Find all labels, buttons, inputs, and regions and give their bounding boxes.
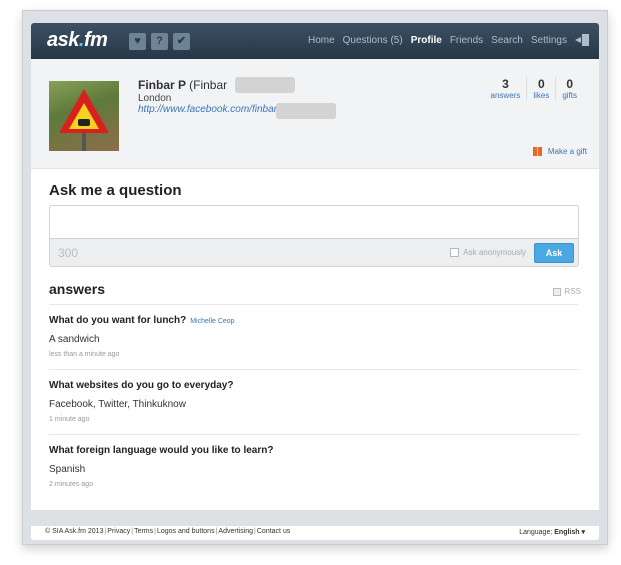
ask-button[interactable]: Ask bbox=[534, 243, 574, 263]
answer-text: Spanish bbox=[49, 464, 86, 475]
nav-home[interactable]: Home bbox=[308, 35, 335, 46]
browser-frame: ask.fm ♥ ? ✔ Home Questions (5) Profile … bbox=[22, 10, 608, 545]
askfm-logo[interactable]: ask.fm bbox=[47, 29, 108, 52]
stat-likes[interactable]: 0 likes bbox=[526, 77, 555, 100]
ask-toolbar: 300 Ask anonymously Ask bbox=[49, 239, 579, 267]
stat-label: likes bbox=[533, 91, 550, 100]
footer-link-logos[interactable]: Logos and buttons bbox=[157, 528, 215, 535]
profile-name: Finbar P (Finbar bbox=[138, 78, 227, 92]
logout-icon[interactable] bbox=[575, 34, 589, 46]
top-icons: ♥ ? ✔ bbox=[129, 33, 190, 50]
list-item: What do you want for lunch? Michelle Ceop… bbox=[49, 304, 579, 369]
ask-title: Ask me a question bbox=[49, 182, 182, 199]
asker-link[interactable]: Michelle Ceop bbox=[190, 318, 234, 325]
answer-timestamp[interactable]: less than a minute ago bbox=[49, 351, 579, 358]
answer-text: A sandwich bbox=[49, 334, 100, 345]
redacted-block bbox=[235, 77, 295, 93]
answer-timestamp[interactable]: 2 minutes ago bbox=[49, 481, 579, 488]
footer-links: © SIA Ask.fm 2013|Privacy|Terms|Logos an… bbox=[45, 528, 291, 535]
answer-timestamp[interactable]: 1 minute ago bbox=[49, 416, 579, 423]
stat-value: 0 bbox=[566, 77, 573, 91]
logo-tail: fm bbox=[83, 29, 108, 51]
answers-title: answers bbox=[49, 281, 106, 297]
language-label: Language: bbox=[519, 529, 553, 536]
answers-list: What do you want for lunch? Michelle Ceop… bbox=[49, 304, 579, 499]
profile-header: Finbar P (Finbar London http://www.faceb… bbox=[31, 59, 599, 169]
profile-name-paren: (Finbar bbox=[189, 78, 228, 92]
footer-copyright: © SIA Ask.fm 2013 bbox=[45, 528, 104, 535]
list-item: What websites do you go to everyday? Fac… bbox=[49, 369, 579, 434]
list-item: What foreign language would you like to … bbox=[49, 434, 579, 499]
profile-stats: 3 answers 0 likes 0 gifts bbox=[485, 77, 583, 100]
stat-answers[interactable]: 3 answers bbox=[485, 77, 527, 100]
footer: © SIA Ask.fm 2013|Privacy|Terms|Logos an… bbox=[31, 526, 599, 540]
sign-pole bbox=[82, 133, 86, 151]
stat-value: 0 bbox=[537, 77, 545, 91]
nav-questions[interactable]: Questions (5) bbox=[343, 35, 403, 46]
answer-text: Facebook, Twitter, Thinkuknow bbox=[49, 399, 186, 410]
stat-gifts[interactable]: 0 gifts bbox=[555, 77, 583, 100]
question-input[interactable] bbox=[49, 205, 579, 239]
horse-silhouette bbox=[78, 119, 90, 126]
rss-icon bbox=[552, 287, 561, 296]
notifications-icon[interactable]: ✔ bbox=[173, 33, 190, 50]
stat-label: answers bbox=[490, 91, 521, 100]
avatar[interactable] bbox=[49, 81, 119, 151]
nav-settings[interactable]: Settings bbox=[531, 35, 567, 46]
profile-url-link[interactable]: http://www.facebook.com/finbar bbox=[138, 104, 277, 115]
anonymous-checkbox[interactable] bbox=[450, 248, 460, 257]
redacted-block bbox=[276, 103, 336, 119]
question-text: What do you want for lunch? bbox=[49, 315, 187, 326]
footer-link-privacy[interactable]: Privacy bbox=[107, 528, 130, 535]
nav-search[interactable]: Search bbox=[491, 35, 523, 46]
profile-location: London bbox=[138, 93, 172, 104]
make-gift-label: Make a gift bbox=[547, 147, 587, 156]
profile-card: Finbar P (Finbar London http://www.faceb… bbox=[31, 59, 599, 510]
top-navigation-bar: ask.fm ♥ ? ✔ Home Questions (5) Profile … bbox=[31, 23, 599, 59]
main-nav: Home Questions (5) Profile Friends Searc… bbox=[300, 34, 589, 46]
stat-value: 3 bbox=[502, 77, 509, 91]
gift-icon bbox=[532, 147, 542, 156]
answer-question: What do you want for lunch? Michelle Ceop bbox=[49, 315, 579, 326]
answer-question: What websites do you go to everyday? bbox=[49, 380, 579, 391]
anonymous-label: Ask anonymously bbox=[463, 248, 526, 257]
footer-link-advertising[interactable]: Advertising bbox=[218, 528, 253, 535]
rss-label: RSS bbox=[564, 287, 581, 296]
heart-icon[interactable]: ♥ bbox=[129, 33, 146, 50]
footer-link-contact[interactable]: Contact us bbox=[257, 528, 290, 535]
make-gift-link[interactable]: Make a gift bbox=[532, 147, 587, 156]
language-value: English ▾ bbox=[554, 529, 585, 536]
footer-link-terms[interactable]: Terms bbox=[134, 528, 153, 535]
stat-label: gifts bbox=[562, 91, 577, 100]
nav-profile[interactable]: Profile bbox=[411, 35, 442, 46]
character-count: 300 bbox=[58, 246, 79, 260]
nav-friends[interactable]: Friends bbox=[450, 35, 483, 46]
profile-name-text: Finbar P bbox=[138, 78, 186, 92]
anonymous-toggle[interactable]: Ask anonymously bbox=[450, 248, 526, 257]
help-icon[interactable]: ? bbox=[151, 33, 168, 50]
question-text: What websites do you go to everyday? bbox=[49, 380, 234, 391]
answer-question: What foreign language would you like to … bbox=[49, 445, 579, 456]
question-text: What foreign language would you like to … bbox=[49, 445, 274, 456]
language-selector[interactable]: Language: English ▾ bbox=[519, 528, 585, 536]
logo-text: ask bbox=[47, 29, 79, 51]
rss-link[interactable]: RSS bbox=[552, 287, 581, 296]
